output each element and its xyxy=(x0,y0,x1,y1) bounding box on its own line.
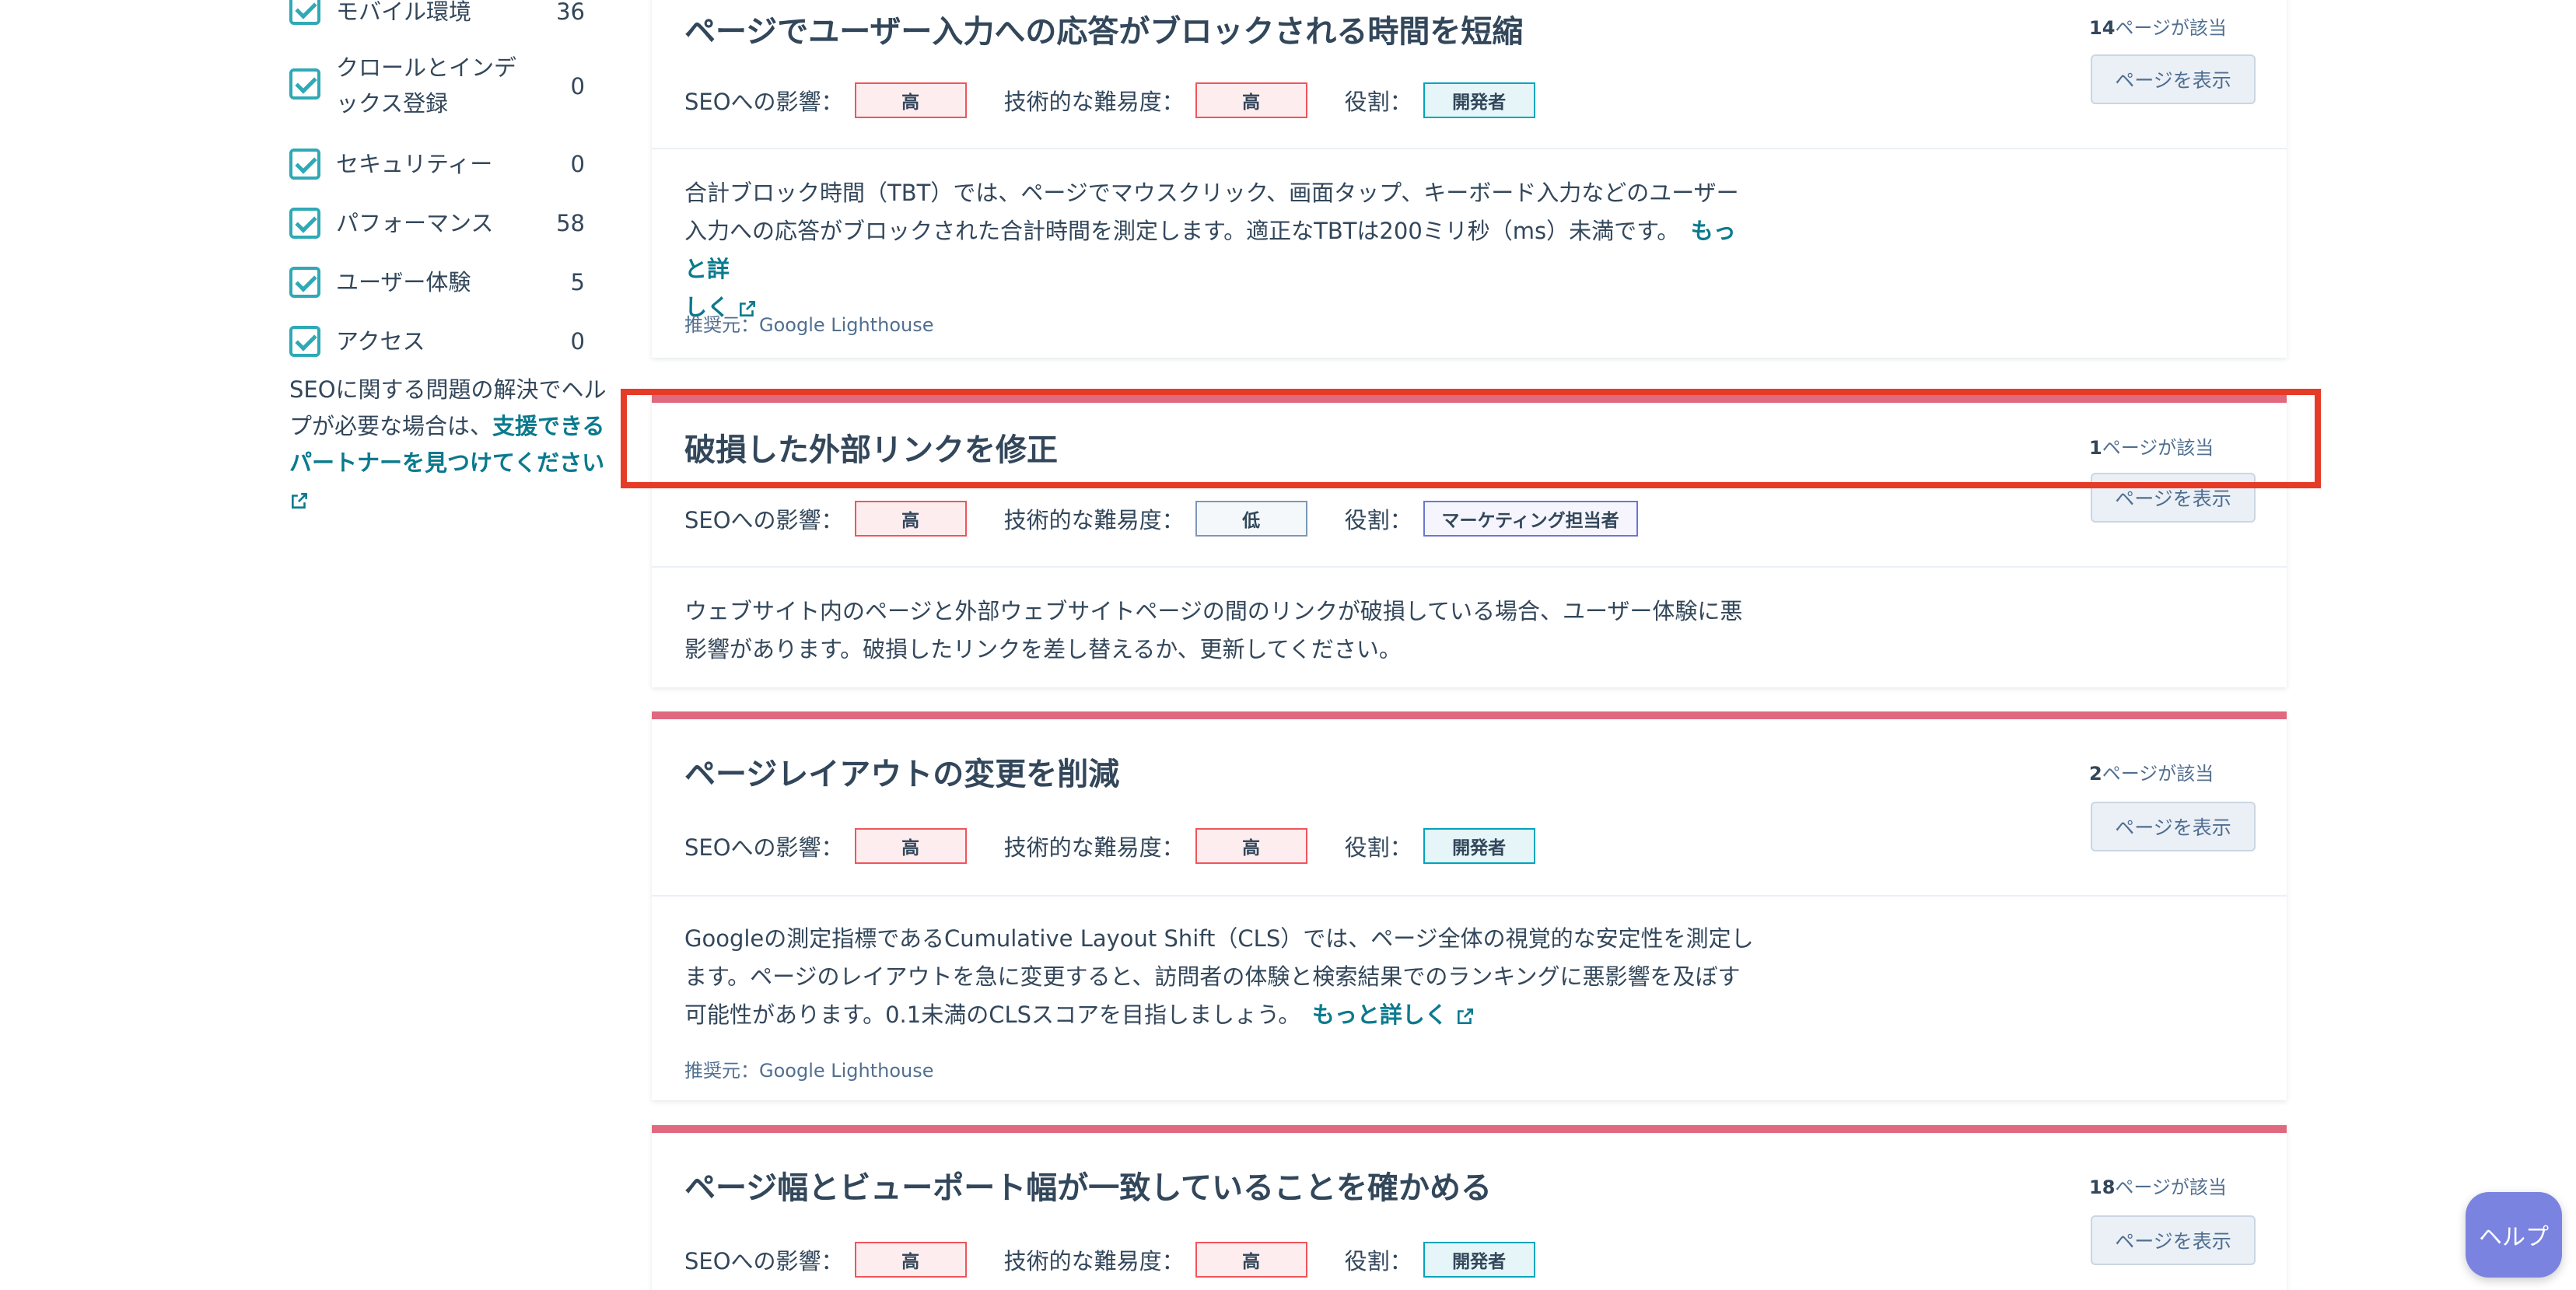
seo-impact-badge: 高 xyxy=(854,828,967,864)
affected-pages-count: 2ページが該当 xyxy=(2089,763,2214,785)
seo-impact-badge: 高 xyxy=(854,82,967,118)
difficulty-label: 技術的な難易度： xyxy=(1003,89,1185,115)
difficulty-badge: 低 xyxy=(1195,501,1307,537)
issue-title: ページレイアウトの変更を削減 xyxy=(684,757,1120,792)
filter-label: ユーザー体験 xyxy=(336,269,471,295)
view-pages-button[interactable]: ページを表示 xyxy=(2091,473,2256,523)
issue-title: 破損した外部リンクを修正 xyxy=(684,432,1058,468)
seo-impact-badge: 高 xyxy=(854,1242,967,1278)
checkbox-checked-icon[interactable] xyxy=(289,326,320,357)
issue-title: ページでユーザー入力への応答がブロックされる時間を短縮 xyxy=(684,14,1524,50)
issue-meta: SEOへの影響： 高 技術的な難易度： 高 役割： 開発者 xyxy=(684,828,1573,864)
checkbox-checked-icon[interactable] xyxy=(289,149,320,180)
role-label: 役割： xyxy=(1344,1248,1412,1274)
filter-count: 0 xyxy=(570,328,585,355)
seo-impact-label: SEOへの影響： xyxy=(684,1248,844,1274)
difficulty-label: 技術的な難易度： xyxy=(1003,507,1185,533)
filter-count: 0 xyxy=(570,151,585,177)
role-badge: マーケティング担当者 xyxy=(1423,501,1638,537)
filter-label: クロールとインデックス登録 xyxy=(336,54,517,117)
view-pages-button[interactable]: ページを表示 xyxy=(2091,1215,2256,1265)
issue-description: 合計ブロック時間（TBT）では、ページでマウスクリック、画面タップ、キーボード入… xyxy=(684,180,1739,320)
checkbox-checked-icon[interactable] xyxy=(289,267,320,298)
seo-impact-label: SEOへの影響： xyxy=(684,507,844,533)
difficulty-label: 技術的な難易度： xyxy=(1003,834,1185,861)
filter-label: セキュリティー xyxy=(336,151,493,177)
filter-count: 58 xyxy=(556,210,585,236)
filter-label: モバイル環境 xyxy=(336,0,472,25)
issue-description: ウェブサイト内のページと外部ウェブサイトページの間のリンクが破損している場合、ユ… xyxy=(684,598,1743,662)
filter-mobile[interactable]: モバイル環境 36 xyxy=(289,0,585,30)
role-badge: 開発者 xyxy=(1423,82,1535,118)
help-button[interactable]: ヘルプ xyxy=(2466,1192,2562,1278)
affected-pages-count: 1ページが該当 xyxy=(2089,437,2214,459)
divider xyxy=(652,566,2287,568)
difficulty-badge: 高 xyxy=(1195,82,1307,118)
issue-meta: SEOへの影響： 高 技術的な難易度： 高 役割： 開発者 xyxy=(684,1242,1573,1278)
filter-count: 5 xyxy=(570,269,585,295)
view-pages-button[interactable]: ページを表示 xyxy=(2091,802,2256,851)
checkbox-checked-icon[interactable] xyxy=(289,208,320,239)
issue-meta: SEOへの影響： 高 技術的な難易度： 高 役割： 開発者 xyxy=(684,82,1573,118)
issue-card: 破損した外部リンクを修正 1ページが該当 ページを表示 SEOへの影響： 高 技… xyxy=(652,395,2287,687)
checkbox-checked-icon[interactable] xyxy=(289,68,320,100)
filter-security[interactable]: セキュリティー 0 xyxy=(289,146,585,182)
recommended-by: 推奨元：Google Lighthouse xyxy=(684,1060,934,1082)
filter-count: 0 xyxy=(570,73,585,100)
issue-title: ページ幅とビューポート幅が一致していることを確かめる xyxy=(684,1170,1492,1206)
affected-pages-count: 18ページが該当 xyxy=(2089,1176,2227,1198)
difficulty-badge: 高 xyxy=(1195,1242,1307,1278)
learn-more-link[interactable]: もっと詳しく xyxy=(1312,1002,1475,1028)
difficulty-label: 技術的な難易度： xyxy=(1003,1248,1185,1274)
view-pages-button[interactable]: ページを表示 xyxy=(2091,54,2256,104)
role-label: 役割： xyxy=(1344,89,1412,115)
role-badge: 開発者 xyxy=(1423,828,1535,864)
filter-performance[interactable]: パフォーマンス 58 xyxy=(289,205,585,241)
divider xyxy=(652,148,2287,149)
difficulty-badge: 高 xyxy=(1195,828,1307,864)
filter-label: アクセス xyxy=(336,328,425,355)
issue-description: Googleの測定指標であるCumulative Layout Shift（CL… xyxy=(684,925,1754,1028)
issue-meta: SEOへの影響： 高 技術的な難易度： 低 役割： マーケティング担当者 xyxy=(684,501,1675,537)
seo-impact-label: SEOへの影響： xyxy=(684,834,844,861)
recommended-by: 推奨元：Google Lighthouse xyxy=(684,314,934,336)
seo-impact-label: SEOへの影響： xyxy=(684,89,844,115)
filter-count: 36 xyxy=(556,0,585,25)
issue-card: ページ幅とビューポート幅が一致していることを確かめる 18ページが該当 ページを… xyxy=(652,1125,2287,1290)
checkbox-checked-icon[interactable] xyxy=(289,0,320,25)
issue-card: ページレイアウトの変更を削減 2ページが該当 ページを表示 SEOへの影響： 高… xyxy=(652,711,2287,1100)
affected-pages-count: 14ページが該当 xyxy=(2089,17,2227,39)
external-link-icon[interactable] xyxy=(1455,1006,1475,1026)
external-link-icon[interactable] xyxy=(289,491,310,511)
filter-access[interactable]: アクセス 0 xyxy=(289,323,585,359)
filter-label: パフォーマンス xyxy=(336,210,494,236)
filter-crawl-index[interactable]: クロールとインデックス登録 0 xyxy=(289,50,585,121)
role-badge: 開発者 xyxy=(1423,1242,1535,1278)
seo-help-note: SEOに関する問題の解決でヘルプが必要な場合は、支援できるパートナーを見つけてく… xyxy=(289,372,608,518)
seo-impact-badge: 高 xyxy=(854,501,967,537)
filter-user-experience[interactable]: ユーザー体験 5 xyxy=(289,264,585,300)
role-label: 役割： xyxy=(1344,507,1412,533)
role-label: 役割： xyxy=(1344,834,1412,861)
divider xyxy=(652,895,2287,897)
issue-card: ページでユーザー入力への応答がブロックされる時間を短縮 14ページが該当 ページ… xyxy=(652,0,2287,358)
